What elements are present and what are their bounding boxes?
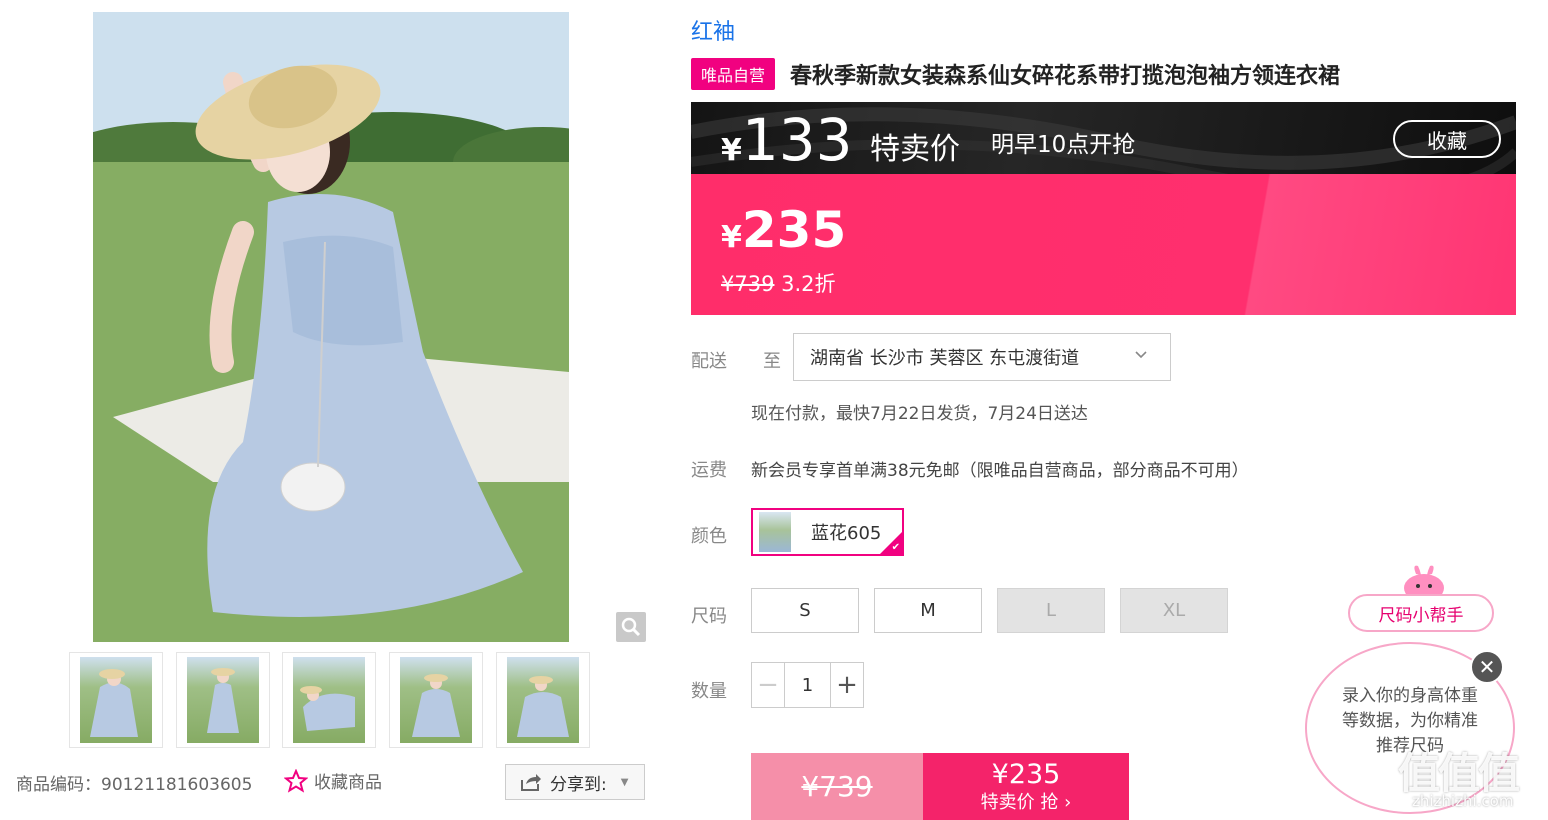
thumbnail-image [507, 657, 579, 743]
color-label: 颜色 [691, 526, 727, 547]
thumbnail-image [293, 657, 365, 743]
quantity-increase-button[interactable]: + [830, 663, 863, 707]
self-operated-badge: 唯品自营 [691, 58, 775, 90]
currency-symbol: ¥ [721, 133, 742, 168]
close-icon[interactable]: ✕ [1470, 650, 1504, 684]
quantity-decrease-button[interactable]: − [752, 663, 785, 707]
share-label: 分享到: [550, 774, 607, 795]
sku-code: 商品编码：90121181603605 [16, 775, 253, 795]
chevron-down-icon [1135, 351, 1147, 359]
original-price-box: ¥739 [751, 753, 923, 820]
thumbnail-image [187, 657, 259, 743]
star-icon [284, 768, 308, 793]
quantity-input[interactable]: 1 [785, 663, 830, 707]
address-value: 湖南省 长沙市 芙蓉区 东屯渡街道 [810, 348, 1080, 369]
size-helper-button[interactable]: 尺码小帮手 [1348, 594, 1494, 632]
current-price-value: 235 [741, 201, 847, 259]
current-price: ¥ 235 [721, 200, 846, 260]
product-title: 春秋季新款女装森系仙女碎花系带打揽泡泡袖方领连衣裙 [790, 64, 1341, 89]
size-option-l: L [997, 588, 1105, 633]
address-select[interactable]: 湖南省 长沙市 芙蓉区 东屯渡街道 [793, 333, 1171, 381]
thumbnail-3[interactable] [282, 652, 376, 748]
thumbnail-5[interactable] [496, 652, 590, 748]
product-photo-illustration [93, 12, 569, 642]
size-option-s[interactable]: S [751, 588, 859, 633]
share-dropdown[interactable]: 分享到: ▼ [505, 764, 645, 800]
buy-original-price: ¥739 [801, 770, 873, 803]
vip-price-value: 133 [741, 106, 853, 174]
caret-down-icon: ▼ [620, 776, 629, 788]
check-icon: ✔ [891, 542, 900, 553]
thumbnail-image [80, 657, 152, 743]
original-price-line: ¥739 3.2折 [721, 268, 836, 298]
shipping-estimate: 现在付款，最快7月22日发货，7月24日送达 [751, 404, 1088, 424]
original-price: ¥739 [721, 272, 775, 296]
quantity-stepper: − 1 + [751, 662, 864, 708]
brand-link[interactable]: 红袖 [691, 14, 735, 46]
freight-label: 运费 [691, 460, 727, 481]
color-swatch-image [759, 512, 791, 552]
quantity-label: 数量 [691, 681, 727, 702]
buy-action-label: 特卖价 抢 › [980, 791, 1072, 813]
freight-text: 新会员专享首单满38元免邮（限唯品自营商品，部分商品不可用） [751, 461, 1249, 481]
magnifier-icon [621, 617, 641, 637]
thumbnail-2[interactable] [176, 652, 270, 748]
sale-start-note: 明早10点开抢 [991, 132, 1136, 158]
delivery-to-label: 至 [763, 351, 781, 372]
color-option-label: 蓝花605 [811, 523, 882, 544]
vip-price: ¥ 133 [721, 108, 853, 172]
vip-price-label: 特卖价 [870, 132, 960, 167]
size-option-xl: XL [1120, 588, 1228, 633]
zoom-button[interactable] [616, 612, 646, 642]
watermark-url: zhizhizhi.com [1412, 792, 1514, 810]
product-main-image[interactable] [93, 12, 569, 642]
favorite-item-label: 收藏商品 [314, 773, 382, 793]
color-option-selected[interactable]: 蓝花605 ✔ [751, 508, 904, 556]
buy-button[interactable]: ¥235 特卖价 抢 › [923, 753, 1129, 820]
thumbnail-image [400, 657, 472, 743]
size-label: 尺码 [691, 606, 727, 627]
thumbnail-4[interactable] [389, 652, 483, 748]
size-option-m[interactable]: M [874, 588, 982, 633]
collect-button[interactable]: 收藏 [1393, 120, 1501, 158]
favorite-item-link[interactable]: 收藏商品 [284, 768, 382, 793]
share-icon [521, 774, 541, 791]
discount-rate: 3.2折 [781, 272, 836, 296]
thumbnail-1[interactable] [69, 652, 163, 748]
delivery-label: 配送 [691, 351, 727, 372]
buy-price: ¥235 [991, 758, 1061, 790]
currency-symbol: ¥ [721, 220, 742, 255]
